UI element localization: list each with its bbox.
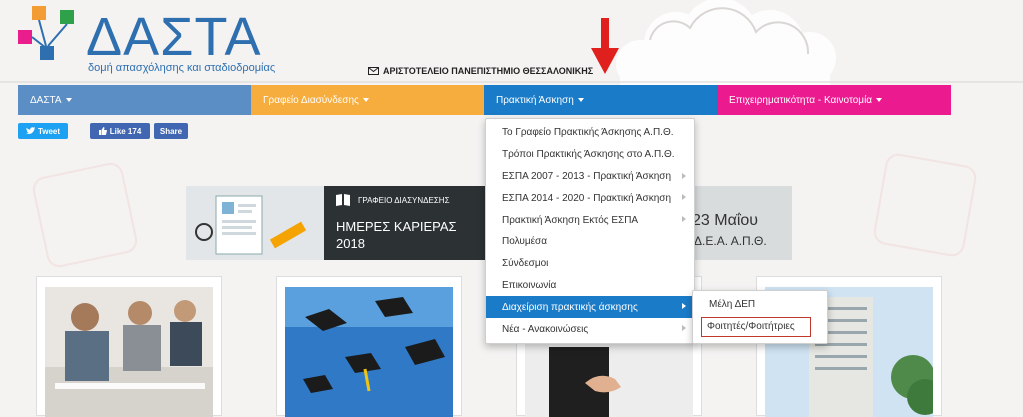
dd-item-espa-2014[interactable]: ΕΣΠΑ 2014 - 2020 - Πρακτική Άσκηση — [486, 187, 694, 209]
nav-item-dasta[interactable]: ΔΑΣΤΑ — [18, 85, 251, 115]
caret-down-icon — [65, 98, 72, 102]
card-students[interactable] — [36, 276, 222, 417]
card-graduation[interactable] — [276, 276, 462, 417]
red-down-arrow-icon — [591, 18, 619, 74]
caret-down-icon — [577, 98, 584, 102]
facebook-share-button[interactable]: Share — [154, 123, 188, 139]
caret-down-icon — [876, 98, 883, 102]
submenu-arrow-icon — [682, 303, 686, 310]
dd-item-office[interactable]: Το Γραφείο Πρακτικής Άσκησης Α.Π.Θ. — [486, 122, 694, 144]
graduation-photo — [285, 287, 453, 417]
nav-item-career-office[interactable]: Γραφείο Διασύνδεσης — [251, 85, 484, 115]
dd-item-contact[interactable]: Επικοινωνία — [486, 275, 694, 297]
book-icon — [336, 194, 350, 206]
banner-date: 23 Μαΐου — [692, 212, 759, 229]
dd-item-multimedia[interactable]: Πολυμέσα — [486, 231, 694, 253]
dd-item-non-espa[interactable]: Πρακτική Άσκηση Εκτός ΕΣΠΑ — [486, 209, 694, 231]
university-label: ΑΡΙΣΤΟΤΕΛΕΙΟ ΠΑΝΕΠΙΣΤΗΜΙΟ ΘΕΣΣΑΛΟΝΙΚΗΣ — [368, 66, 593, 76]
submenu-item-faculty[interactable]: Μέλη ΔΕΠ — [709, 299, 755, 310]
site-logo[interactable]: ΔΑΣΤΑ δομή απασχόλησης και σταδιοδρομίας — [18, 6, 275, 76]
dd-item-management[interactable]: Διαχείριση πρακτικής άσκησης — [486, 296, 694, 319]
dd-item-espa-2007[interactable]: ΕΣΠΑ 2007 - 2013 - Πρακτική Άσκηση — [486, 166, 694, 188]
banner-illustration — [186, 186, 324, 260]
cv-illustration-icon — [195, 195, 307, 255]
nav-item-entrepreneurship[interactable]: Επιχειρηματικότητα - Καινοτομία — [717, 85, 951, 115]
main-navigation: ΔΑΣΤΑ Γραφείο Διασύνδεσης Πρακτική Άσκησ… — [18, 85, 951, 115]
students-photo — [45, 287, 213, 417]
submenu-arrow-icon — [682, 194, 686, 201]
logo-tagline: δομή απασχόλησης και σταδιοδρομίας — [88, 62, 276, 74]
banner-year: 2018 — [336, 236, 365, 251]
twitter-bird-icon — [25, 127, 35, 134]
mail-icon — [368, 67, 379, 75]
thumbs-up-icon — [98, 127, 107, 135]
logo-text: ΔΑΣΤΑ — [86, 7, 262, 67]
banner-venue: Δ.Ε.Α. Α.Π.Θ. — [694, 234, 767, 248]
submenu-arrow-icon — [682, 216, 686, 223]
banner-office-text: ΓΡΑΦΕΙΟ ΔΙΑΣΥΝΔΕΣΗΣ — [358, 196, 450, 205]
dd-item-news[interactable]: Νέα - Ανακοινώσεις — [486, 318, 694, 340]
internship-dropdown-menu: Το Γραφείο Πρακτικής Άσκησης Α.Π.Θ. Τρόπ… — [485, 118, 695, 344]
logo-squares-icon — [18, 6, 74, 60]
dd-item-methods[interactable]: Τρόποι Πρακτικής Άσκησης στο Α.Π.Θ. — [486, 144, 694, 166]
management-submenu: Μέλη ΔΕΠ Φοιτητές/Φοιτήτριες — [692, 290, 828, 344]
nav-item-internship[interactable]: Πρακτική Άσκηση — [484, 85, 717, 115]
facebook-like-button[interactable]: Like 174 — [90, 123, 150, 139]
caret-down-icon — [362, 98, 369, 102]
university-name: ΑΡΙΣΤΟΤΕΛΕΙΟ ΠΑΝΕΠΙΣΤΗΜΙΟ ΘΕΣΣΑΛΟΝΙΚΗΣ — [383, 66, 594, 76]
tweet-button[interactable]: Tweet — [18, 123, 68, 139]
submenu-arrow-icon — [682, 172, 686, 179]
submenu-item-students[interactable]: Φοιτητές/Φοιτήτριες — [707, 321, 795, 332]
dd-item-links[interactable]: Σύνδεσμοι — [486, 253, 694, 275]
submenu-arrow-icon — [682, 325, 686, 332]
banner-title: ΗΜΕΡΕΣ ΚΑΡΙΕΡΑΣ — [336, 219, 457, 234]
